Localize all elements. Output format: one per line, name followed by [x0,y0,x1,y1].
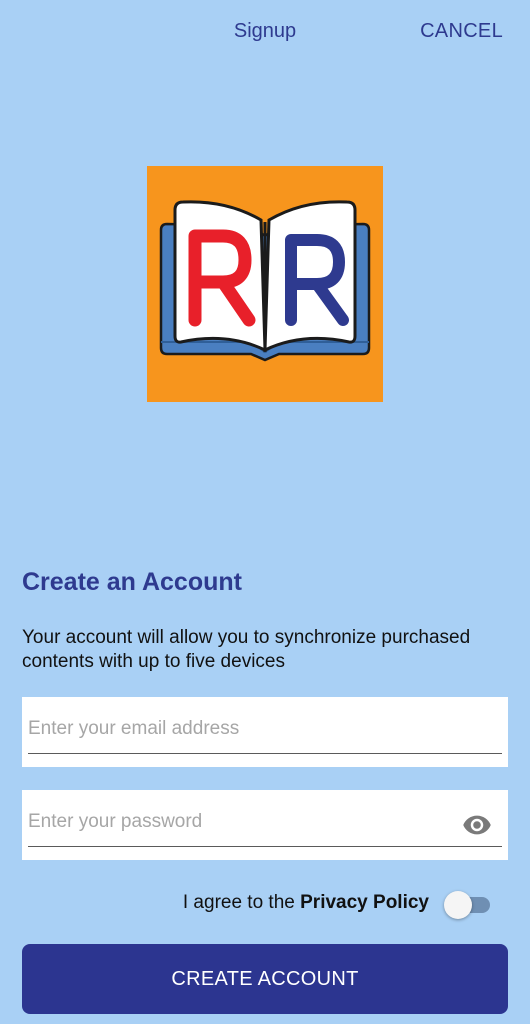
password-field-underline [28,846,502,847]
agree-text: I agree to the Privacy Policy [183,892,429,914]
eye-icon[interactable] [462,810,492,840]
email-field[interactable] [28,711,458,747]
form-heading: Create an Account [22,568,242,596]
email-field-container [22,697,508,767]
email-field-underline [28,753,502,754]
app-bar: Signup CANCEL [0,0,530,66]
form-description: Your account will allow you to synchroni… [22,627,471,672]
password-field[interactable] [28,804,458,840]
create-account-button[interactable]: CREATE ACCOUNT [22,944,508,1014]
agree-prefix: I agree to the [182,892,301,913]
privacy-agree-toggle[interactable] [444,891,492,919]
toggle-thumb [444,891,472,919]
cancel-button[interactable]: CANCEL [420,20,503,43]
privacy-agree-row: I agree to the Privacy Policy [0,888,530,919]
app-logo [147,166,383,402]
privacy-policy-link[interactable]: Privacy Policy [300,892,429,913]
password-field-container [22,790,508,860]
